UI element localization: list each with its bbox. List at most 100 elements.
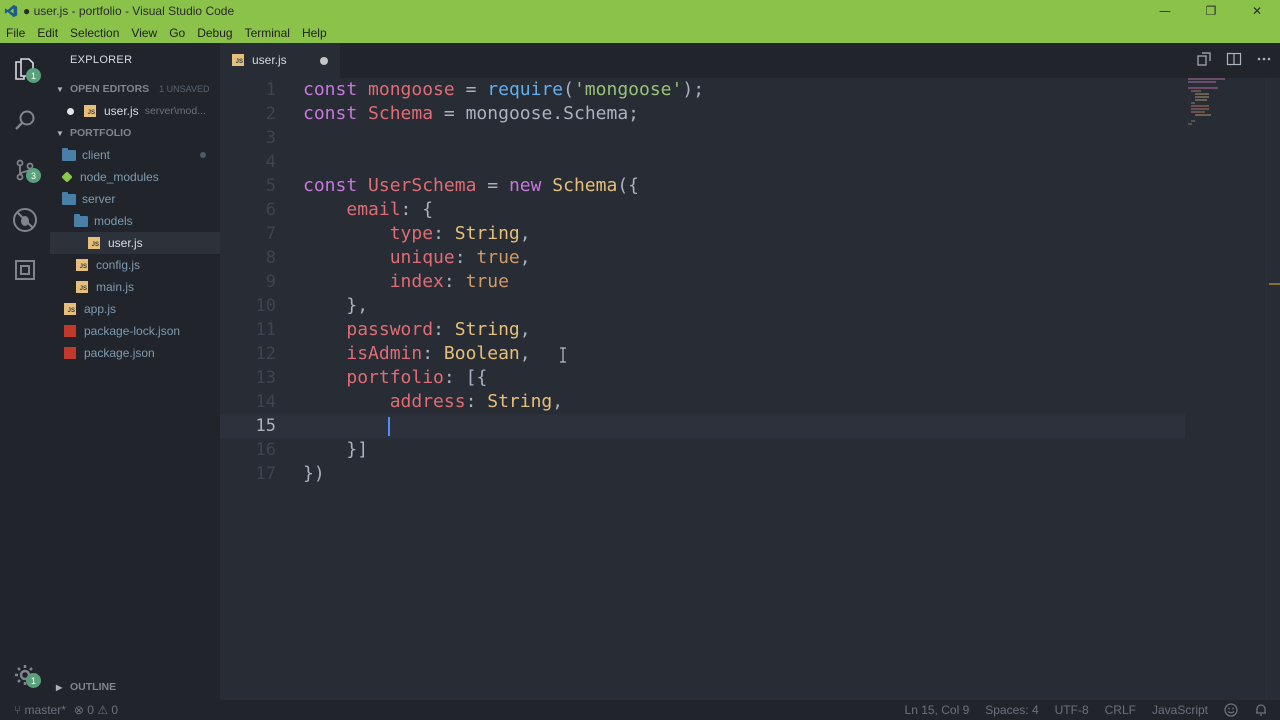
code-text: isAdmin: Boolean,: [346, 343, 531, 364]
code-line[interactable]: 5 const UserSchema = new Schema({: [220, 174, 1185, 198]
tree-item-package-lock-json[interactable]: package-lock.json: [50, 320, 220, 342]
error-icon: ⊗: [73, 703, 88, 717]
code-editor[interactable]: 1 const mongoose = require('mongoose'); 2 c…: [220, 78, 1280, 700]
code-line[interactable]: 8 unique: true,: [220, 246, 1185, 270]
source-control-icon[interactable]: 3: [0, 145, 50, 195]
tab-user-js[interactable]: JS user.js: [220, 43, 340, 78]
code-line[interactable]: 3: [220, 126, 1185, 150]
tree-item-label: app.js: [84, 302, 117, 316]
code-line[interactable]: 11 password: String,: [220, 318, 1185, 342]
js-file-icon: JS: [84, 105, 96, 117]
tree-item-user-js[interactable]: JS user.js: [50, 232, 220, 254]
editor-actions: [1196, 51, 1272, 67]
menu-terminal[interactable]: Terminal: [239, 26, 296, 40]
cursor-position[interactable]: Ln 15, Col 9: [905, 703, 970, 717]
js-file-icon: JS: [76, 281, 88, 293]
code-line[interactable]: 17}): [220, 462, 1185, 486]
code-line[interactable]: 10 },: [220, 294, 1185, 318]
status-bar: ⑂ master* ⊗ 0 ⚠ 0 Ln 15, Col 9 Spaces: 4…: [0, 700, 1280, 720]
split-editor-icon[interactable]: [1226, 51, 1242, 67]
menu-go[interactable]: Go: [163, 26, 191, 40]
tree-item-main-js[interactable]: JS main.js: [50, 276, 220, 298]
tree-item-label: client: [82, 148, 111, 162]
open-editors-header[interactable]: ▼ OPEN EDITORS 1 UNSAVED: [50, 78, 220, 100]
tree-item-models[interactable]: models: [50, 210, 220, 232]
vscode-window: ● user.js - portfolio - Visual Studio Co…: [0, 0, 1280, 720]
vscode-logo-icon: [4, 4, 18, 18]
code-line[interactable]: 6 email: {: [220, 198, 1185, 222]
cursor-position-marker: [1269, 283, 1280, 285]
tree-item-client[interactable]: client: [50, 144, 220, 166]
indentation[interactable]: Spaces: 4: [985, 703, 1038, 717]
git-branch[interactable]: ⑂ master*: [14, 703, 66, 717]
code-line[interactable]: 2 const Schema = mongoose.Schema;: [220, 102, 1185, 126]
menu-help[interactable]: Help: [296, 26, 333, 40]
menu-selection[interactable]: Selection: [64, 26, 125, 40]
code-line[interactable]: 7 type: String,: [220, 222, 1185, 246]
extensions-icon[interactable]: [0, 245, 50, 295]
maximize-button[interactable]: ❐: [1188, 0, 1234, 22]
node-folder-icon: [61, 171, 73, 183]
menu-bar: File Edit Selection View Go Debug Termin…: [0, 22, 1280, 43]
tree-item-config-js[interactable]: JS config.js: [50, 254, 220, 276]
open-changes-icon[interactable]: [1196, 51, 1212, 67]
line-number: 1: [265, 80, 276, 100]
unsaved-count: 1 UNSAVED: [159, 84, 210, 94]
code-text: password: String,: [346, 319, 531, 340]
line-ending[interactable]: CRLF: [1105, 703, 1136, 717]
minimap[interactable]: [1185, 78, 1265, 128]
menu-file[interactable]: File: [0, 26, 31, 40]
search-icon[interactable]: [0, 95, 50, 145]
tree-item-node-modules[interactable]: node_modules: [50, 166, 220, 188]
code-line[interactable]: 4: [220, 150, 1185, 174]
minimize-button[interactable]: —: [1142, 0, 1188, 22]
outline-header[interactable]: ▶ OUTLINE: [50, 676, 220, 698]
status-dot-icon: [200, 152, 206, 158]
explorer-icon[interactable]: 1: [0, 45, 50, 95]
gear-icon[interactable]: 1: [0, 650, 50, 700]
code-line[interactable]: 14 address: String,: [220, 390, 1185, 414]
line-number: 4: [265, 152, 276, 172]
open-editor-item[interactable]: JS user.js server\mod...: [50, 100, 220, 122]
code-text: }]: [346, 439, 369, 460]
chevron-down-icon: ▼: [56, 84, 64, 94]
code-line[interactable]: 15: [220, 414, 1185, 438]
close-button[interactable]: ✕: [1234, 0, 1280, 22]
tree-item-package-json[interactable]: package.json: [50, 342, 220, 364]
vertical-scrollbar[interactable]: [1266, 78, 1280, 700]
code-text: }): [303, 463, 325, 484]
window-title: ● user.js - portfolio - Visual Studio Co…: [23, 4, 235, 18]
chevron-down-icon: ▼: [56, 128, 64, 138]
code-line[interactable]: 13 portfolio: [{: [220, 366, 1185, 390]
menu-debug[interactable]: Debug: [191, 26, 238, 40]
line-number: 13: [255, 368, 276, 388]
encoding[interactable]: UTF-8: [1055, 703, 1089, 717]
code-line[interactable]: 12 isAdmin: Boolean,: [220, 342, 1185, 366]
debug-icon[interactable]: [0, 195, 50, 245]
menu-view[interactable]: View: [125, 26, 163, 40]
tree-item-label: models: [94, 214, 133, 228]
line-number: 17: [255, 464, 276, 484]
portfolio-folder-header[interactable]: ▼ PORTFOLIO: [50, 122, 220, 144]
code-text: address: String,: [389, 391, 564, 412]
unsaved-dot-icon[interactable]: [320, 57, 328, 65]
manage-badge: 1: [26, 673, 41, 688]
text-cursor: [388, 417, 390, 436]
code-line[interactable]: 16 }]: [220, 438, 1185, 462]
bell-icon[interactable]: [1254, 703, 1268, 717]
more-actions-icon[interactable]: [1256, 51, 1272, 67]
problems-indicator[interactable]: ⊗ 0 ⚠ 0: [74, 703, 118, 717]
git-branch-icon: ⑂: [14, 703, 25, 717]
code-line[interactable]: 9 index: true: [220, 270, 1185, 294]
branch-name: master*: [24, 703, 66, 717]
language-mode[interactable]: JavaScript: [1152, 703, 1208, 717]
npm-file-icon: [64, 325, 76, 337]
js-file-icon: JS: [88, 237, 100, 249]
smiley-feedback-icon[interactable]: [1224, 703, 1238, 717]
menu-edit[interactable]: Edit: [31, 26, 64, 40]
tree-item-server[interactable]: server: [50, 188, 220, 210]
modified-dot-icon: [67, 107, 74, 115]
folder-icon: [62, 147, 76, 161]
tree-item-app-js[interactable]: JS app.js: [50, 298, 220, 320]
code-line[interactable]: 1 const mongoose = require('mongoose');: [220, 78, 1185, 102]
